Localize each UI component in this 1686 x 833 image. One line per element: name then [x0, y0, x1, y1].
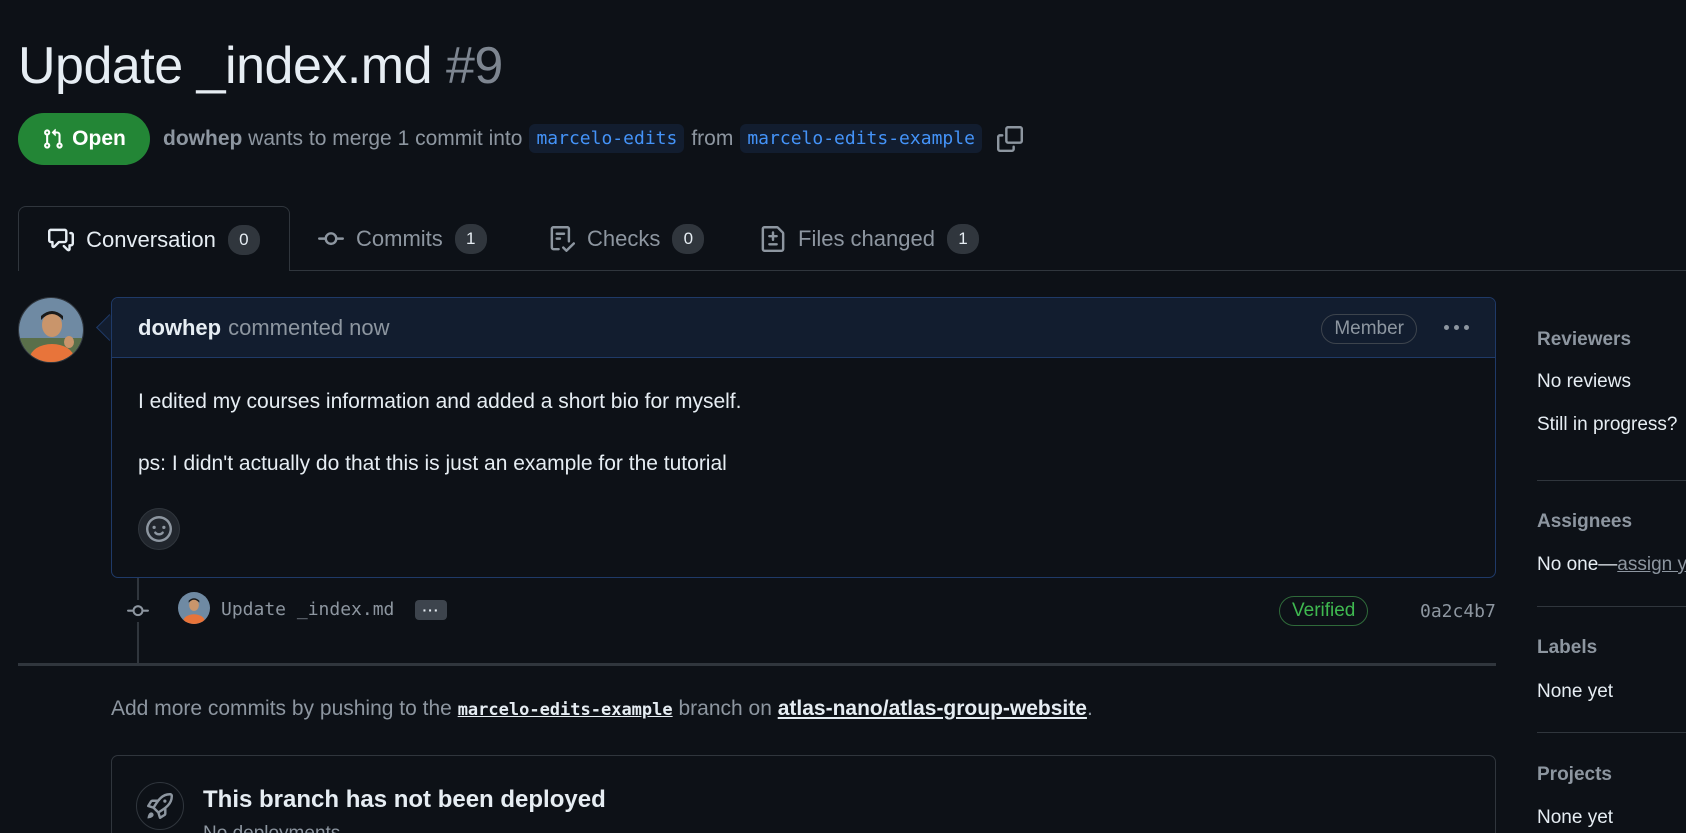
base-branch[interactable]: marcelo-edits	[529, 124, 685, 153]
avatar-image	[19, 298, 83, 362]
author-avatar[interactable]	[18, 297, 84, 363]
pr-state-label: Open	[72, 127, 126, 150]
comment-body-line-2: ps: I didn't actually do that this is ju…	[138, 452, 727, 475]
head-branch-link[interactable]: marcelo-edits-example	[458, 700, 673, 720]
git-commit-icon	[318, 231, 344, 245]
tab-conversation-count: 0	[227, 225, 260, 255]
commit-message-link[interactable]: Update _index.md	[221, 599, 394, 620]
merge-text: wants to merge 1 commit into	[248, 126, 523, 150]
kebab-menu-icon[interactable]	[1444, 316, 1469, 338]
assignees-none: No one—	[1537, 554, 1618, 575]
comment-header: dowhep commented now Member	[112, 298, 1495, 358]
comment-body-line-1: I edited my courses information and adde…	[138, 390, 742, 413]
tab-checks-count: 0	[672, 223, 705, 254]
tab-files-changed-count: 1	[946, 223, 979, 254]
tab-conversation[interactable]: Conversation 0	[18, 206, 290, 271]
pr-author-link[interactable]: dowhep	[163, 127, 242, 151]
file-diff-icon	[761, 225, 785, 252]
pull-request-page: Update _index.md #9 Open dowhep wants to…	[0, 0, 1686, 833]
add-commits-period: .	[1086, 697, 1093, 720]
comment-timestamp[interactable]: commented now	[228, 315, 389, 341]
copy-icon[interactable]	[996, 125, 1023, 152]
tab-commits[interactable]: Commits 1	[318, 206, 487, 271]
tab-checks[interactable]: Checks 0	[549, 206, 705, 271]
assignees-heading[interactable]: Assignees	[1537, 511, 1632, 533]
projects-heading[interactable]: Projects	[1537, 764, 1612, 786]
deploy-title: This branch has not been deployed	[203, 786, 606, 813]
pr-number: #9	[446, 37, 503, 95]
assignees-value: No one—assign y	[1537, 554, 1686, 576]
git-pull-request-icon	[44, 128, 63, 149]
tab-files-changed[interactable]: Files changed 1	[760, 206, 979, 271]
assign-yourself-link[interactable]: assign y	[1617, 554, 1686, 575]
sidebar-separator	[1537, 480, 1686, 481]
sidebar-separator	[1537, 606, 1686, 607]
git-commit-icon	[127, 600, 149, 622]
comment-author[interactable]: dowhep	[138, 315, 221, 341]
reviewers-value: No reviews	[1537, 371, 1631, 392]
add-commits-text-1: Add more commits by pushing to the	[111, 697, 452, 720]
pr-title: Update _index.md #9	[18, 36, 503, 96]
head-branch[interactable]: marcelo-edits-example	[740, 124, 982, 153]
timeline-divider	[18, 663, 1496, 666]
add-commits-text-2: branch on	[678, 697, 772, 720]
deploy-subtitle: No deployments	[203, 823, 340, 833]
tab-conversation-label: Conversation	[86, 227, 216, 252]
checklist-icon	[550, 225, 575, 252]
reviewers-extra: Still in progress?	[1537, 414, 1678, 435]
merge-summary: dowhep wants to merge 1 commit into marc…	[163, 124, 1023, 153]
comment-box: dowhep commented now Member I edited my …	[111, 297, 1496, 578]
reviewers-heading[interactable]: Reviewers	[1537, 329, 1631, 351]
verified-badge[interactable]: Verified	[1279, 596, 1369, 626]
smiley-icon	[146, 516, 172, 542]
add-commits-hint: Add more commits by pushing to the marce…	[111, 697, 1093, 721]
comment-discussion-icon	[48, 228, 75, 252]
pr-title-text: Update _index.md	[18, 37, 433, 95]
commit-author-avatar[interactable]	[178, 592, 210, 624]
sidebar-separator	[1537, 732, 1686, 733]
commit-expand-button[interactable]: ···	[415, 600, 447, 620]
rocket-icon	[136, 782, 184, 830]
add-reaction-button[interactable]	[138, 508, 180, 550]
tab-commits-label: Commits	[356, 225, 443, 251]
tab-commits-count: 1	[454, 223, 487, 254]
commit-sha-link[interactable]: 0a2c4b7	[1420, 601, 1496, 622]
projects-value: None yet	[1537, 807, 1614, 828]
deployment-box: This branch has not been deployed No dep…	[111, 755, 1496, 833]
member-badge: Member	[1321, 314, 1417, 344]
tab-files-changed-label: Files changed	[798, 225, 935, 251]
tab-checks-label: Checks	[587, 225, 661, 251]
from-text: from	[691, 126, 734, 150]
labels-heading[interactable]: Labels	[1537, 637, 1597, 659]
repo-link[interactable]: atlas-nano/atlas-group-website	[778, 697, 1087, 720]
labels-value: None yet	[1537, 681, 1614, 702]
pr-state-badge: Open	[18, 113, 150, 165]
